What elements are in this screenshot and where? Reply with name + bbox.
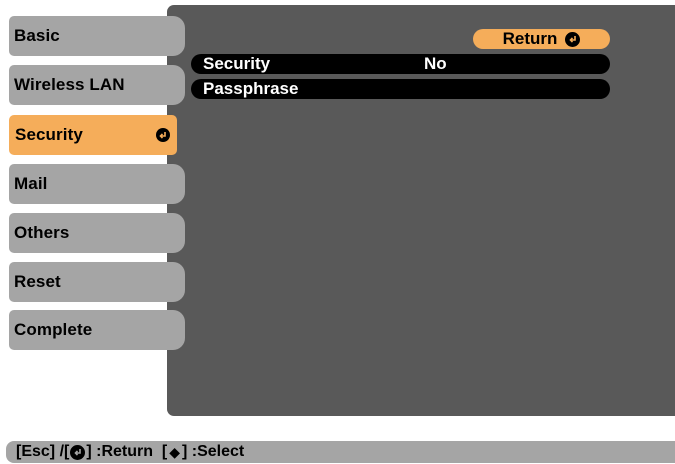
sidebar-item-label: Basic [14, 26, 60, 45]
enter-icon [156, 128, 170, 142]
sidebar-item-wireless-lan[interactable]: Wireless LAN [9, 65, 185, 105]
setting-label: Security [203, 54, 271, 73]
sidebar-item-label: Security [15, 125, 83, 144]
sidebar-item-label: Mail [14, 174, 48, 193]
enter-icon [565, 31, 581, 47]
up-down-arrow-icon: ◆ [169, 444, 180, 460]
status-text-return: ] :Return [ [86, 443, 168, 460]
setting-value: No [424, 54, 447, 73]
sidebar-item-label: Wireless LAN [14, 75, 125, 94]
sidebar-item-others[interactable]: Others [9, 213, 185, 253]
status-bar: [Esc] /[ ] :Return [ ◆ ] :Select [6, 441, 675, 463]
return-button[interactable]: Return [473, 29, 610, 49]
status-text-select: ] :Select [182, 443, 245, 460]
sidebar-item-basic[interactable]: Basic [9, 16, 185, 56]
sidebar-item-security[interactable]: Security [9, 115, 177, 155]
sidebar-item-label: Complete [14, 320, 93, 339]
sidebar-item-mail[interactable]: Mail [9, 164, 185, 204]
setting-row-security[interactable]: Security No [191, 54, 610, 74]
sidebar-item-label: Others [14, 223, 70, 242]
sidebar-item-complete[interactable]: Complete [9, 310, 185, 350]
return-label: Return [502, 29, 558, 48]
sidebar-item-reset[interactable]: Reset [9, 262, 185, 302]
setting-label: Passphrase [203, 79, 299, 98]
setting-row-passphrase[interactable]: Passphrase [191, 79, 610, 99]
sidebar-item-label: Reset [14, 272, 61, 291]
status-text-esc: [Esc] /[ [16, 443, 70, 460]
enter-icon [70, 444, 86, 460]
